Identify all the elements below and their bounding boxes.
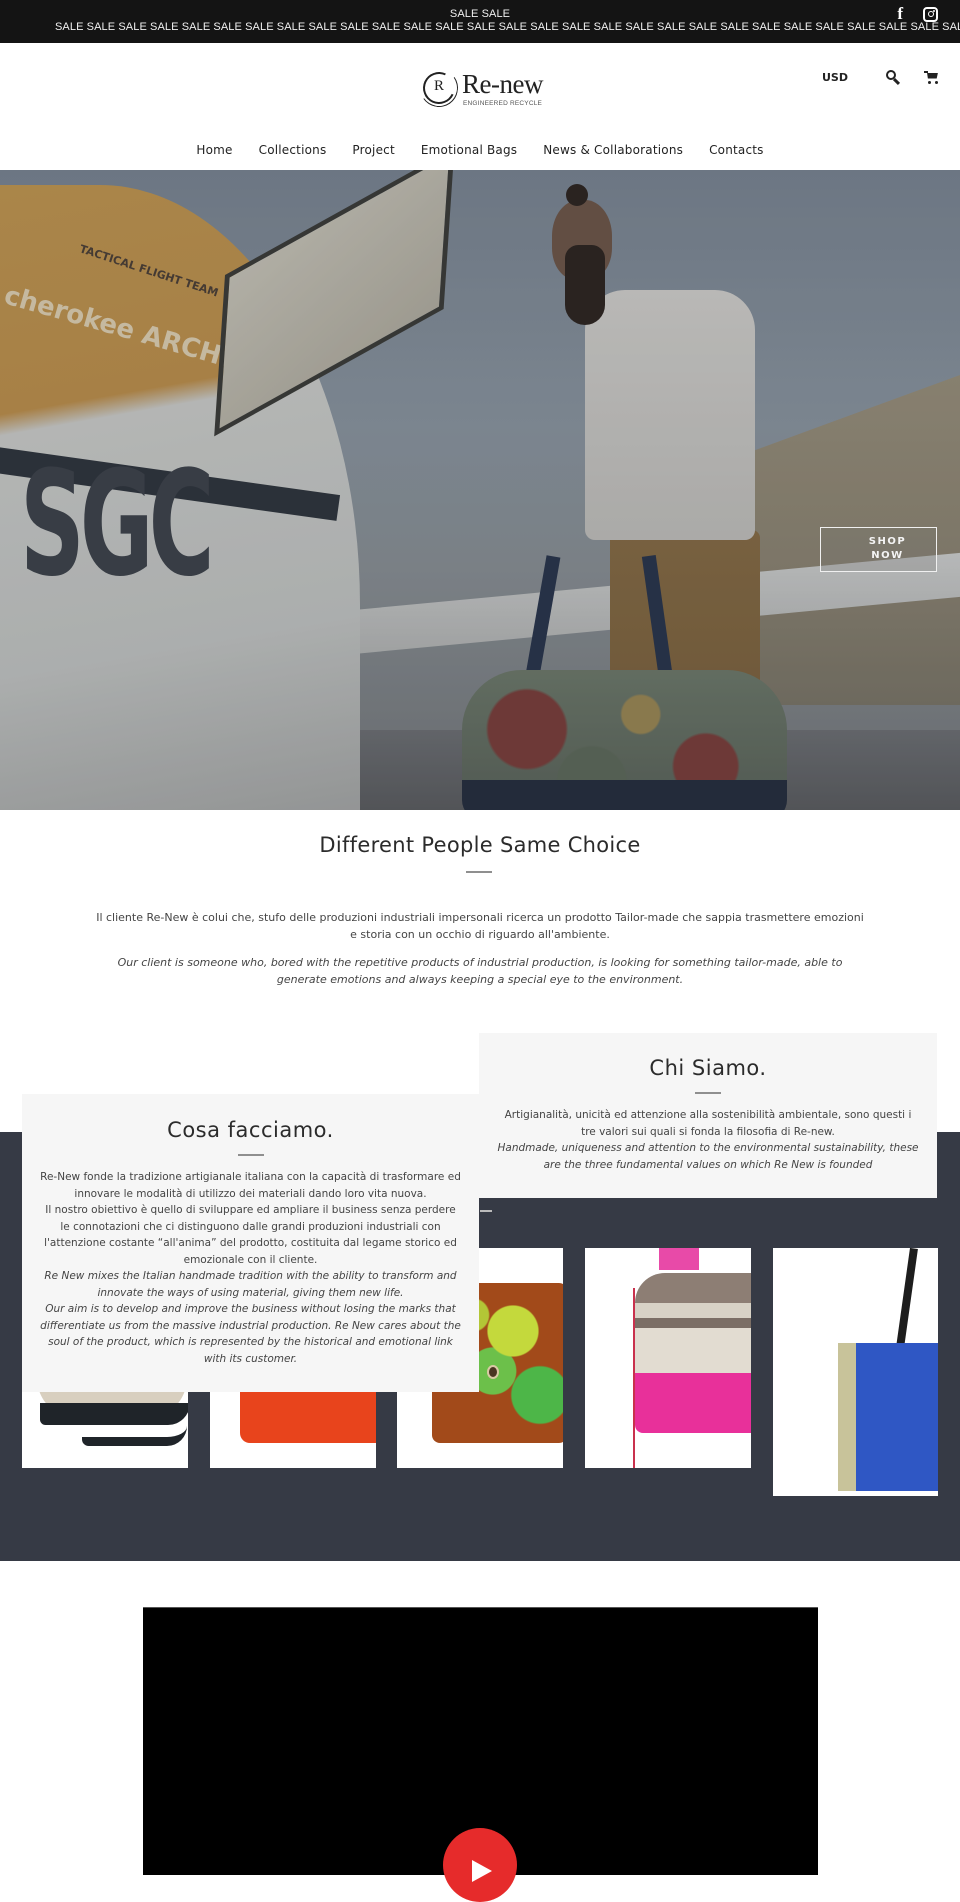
nav-emotional-bags[interactable]: Emotional Bags xyxy=(421,143,517,157)
nav-project[interactable]: Project xyxy=(352,143,394,157)
logo-tagline: ENGINEERED RECYCLE xyxy=(463,100,543,107)
chi-siamo-card: Chi Siamo. Artigianalità, unicità ed att… xyxy=(479,1033,937,1198)
announcement-bar: SALE SALE SALE SALE SALE SALE SALE SALE … xyxy=(0,0,960,43)
cosa-facciamo-para1-italian: Re-New fonde la tradizione artigianale i… xyxy=(40,1171,461,1200)
search-icon[interactable] xyxy=(886,70,900,84)
chi-siamo-divider xyxy=(695,1092,721,1094)
cosa-facciamo-para1-english: Re New mixes the Italian handmade tradit… xyxy=(44,1270,457,1299)
logo-mark-icon: R xyxy=(416,65,462,111)
nav-collections[interactable]: Collections xyxy=(259,143,327,157)
nav-home[interactable]: Home xyxy=(196,143,232,157)
intro-text-italian: Il cliente Re-New è colui che, stufo del… xyxy=(96,911,864,941)
cosa-facciamo-divider xyxy=(237,1154,264,1156)
cart-icon[interactable] xyxy=(924,70,938,84)
nav-contacts[interactable]: Contacts xyxy=(709,143,764,157)
main-nav: Home Collections Project Emotional Bags … xyxy=(0,143,960,157)
header-utilities: USD xyxy=(822,70,938,84)
logo-wordmark: Re-new xyxy=(462,69,543,99)
cosa-facciamo-card: Cosa facciamo. Re-New fonde la tradizion… xyxy=(22,1094,479,1392)
cosa-facciamo-title: Cosa facciamo. xyxy=(167,1118,334,1142)
announcement-line-1: SALE SALE xyxy=(449,8,511,20)
play-icon[interactable] xyxy=(443,1828,517,1902)
cosa-facciamo-para2-english: Our aim is to develop and improve the bu… xyxy=(40,1303,461,1365)
band-accent-line xyxy=(480,1210,492,1212)
facebook-icon[interactable]: f xyxy=(897,5,903,23)
logo[interactable]: R Re-new ENGINEERED RECYCLE xyxy=(416,65,545,112)
product-card-blue-tote-bag[interactable] xyxy=(773,1248,938,1496)
chi-siamo-text-italian: Artigianalità, unicità ed attenzione all… xyxy=(504,1109,912,1138)
intro-divider xyxy=(466,871,492,873)
hero-banner: TACTICAL FLIGHT TEAM cherokee ARCHER SGC xyxy=(0,170,960,810)
chi-siamo-text-english: Handmade, uniqueness and attention to th… xyxy=(497,1142,919,1171)
site-header: R Re-new ENGINEERED RECYCLE USD Home Col… xyxy=(0,43,960,170)
video-player[interactable] xyxy=(143,1607,818,1902)
chi-siamo-title: Chi Siamo. xyxy=(649,1056,767,1080)
logo-letter: R xyxy=(433,78,444,94)
instagram-icon[interactable] xyxy=(923,6,938,22)
cosa-facciamo-para2-italian: Il nostro obiettivo è quello di sviluppa… xyxy=(44,1204,457,1266)
product-card-pink-striped-backpack[interactable] xyxy=(585,1248,751,1468)
intro-text-english: Our client is someone who, bored with th… xyxy=(117,956,843,986)
shop-now-line-1: SHOP xyxy=(868,536,907,547)
announcement-line-2: SALE SALE SALE SALE SALE SALE SALE SALE … xyxy=(55,21,960,33)
currency-selector[interactable]: USD xyxy=(822,71,848,84)
intro-title: Different People Same Choice xyxy=(319,833,641,857)
shop-now-button[interactable]: SHOP NOW xyxy=(820,527,937,572)
nav-news-collaborations[interactable]: News & Collaborations xyxy=(543,143,683,157)
social-links: f xyxy=(897,5,938,23)
shop-now-line-2: NOW xyxy=(871,550,904,561)
